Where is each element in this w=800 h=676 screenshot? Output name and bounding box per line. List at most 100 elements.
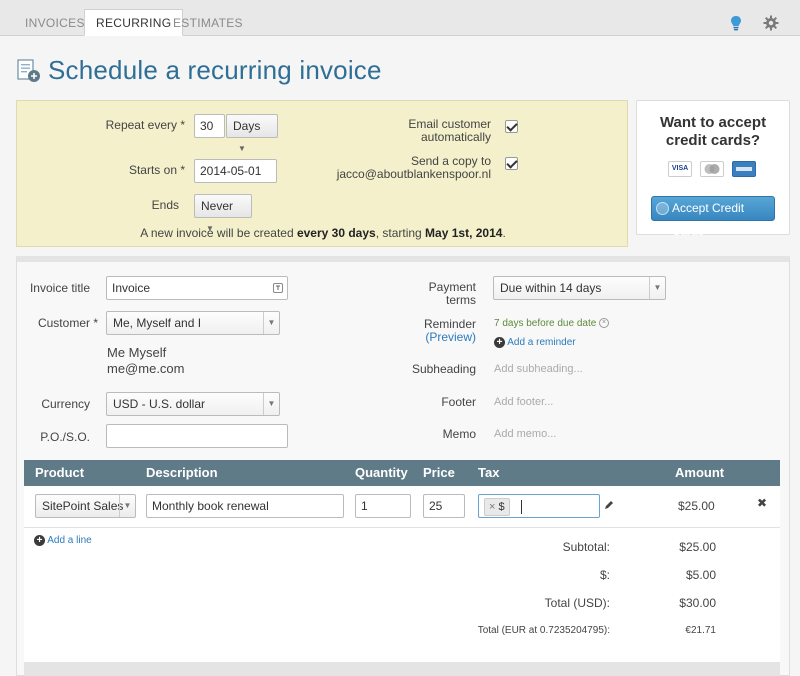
plus-circle-icon — [656, 202, 669, 215]
customer-name: Me Myself — [107, 345, 167, 360]
text-cursor — [520, 499, 522, 514]
po-label: P.O./S.O. — [40, 430, 90, 444]
repeat-unit-select[interactable]: Days ▼ — [226, 114, 278, 153]
description-input[interactable]: Monthly book renewal — [146, 494, 344, 518]
accept-credit-cards-button[interactable]: Accept Credit Cards — [651, 196, 775, 238]
amex-card-icon — [732, 161, 756, 177]
tax-total-label: $: — [599, 568, 610, 582]
totals-section: + Add a line Subtotal: $25.00 $: $5.00 T… — [24, 528, 780, 662]
ends-value: Never — [201, 199, 234, 213]
memo-label: Memo — [442, 427, 476, 441]
lightbulb-icon[interactable] — [727, 14, 745, 32]
currency-value: USD - U.S. dollar — [113, 397, 206, 411]
invoice-title-value: Invoice — [112, 281, 151, 295]
translate-icon[interactable] — [273, 283, 283, 293]
summary-interval: every 30 days — [296, 226, 376, 240]
product-select[interactable]: SitePoint Sales ▼ — [35, 494, 136, 518]
tab-estimates[interactable]: ESTIMATES — [162, 10, 254, 36]
chevron-down-icon: ▼ — [119, 495, 135, 517]
accept-credit-cards-label: Accept Credit Cards — [672, 201, 745, 238]
payment-terms-label: Payment terms — [400, 281, 476, 307]
col-price: Price — [423, 465, 455, 480]
customer-value: Me, Myself and I — [113, 316, 202, 330]
currency-select[interactable]: USD - U.S. dollar ▼ — [106, 392, 280, 416]
chevron-down-icon: ▼ — [263, 312, 279, 334]
credit-card-title-line1: Want to accept — [659, 114, 767, 131]
pencil-icon[interactable] — [604, 500, 614, 510]
subtotal-value: $25.00 — [679, 540, 716, 554]
send-copy-email: jacco@aboutblankenspoor.nl — [336, 167, 491, 181]
delete-line-icon[interactable]: ✖ — [757, 496, 767, 510]
send-copy-label: Send a copy to jacco@aboutblankenspoor.n… — [327, 155, 491, 181]
add-line-label: Add a line — [47, 535, 92, 547]
converted-total-label: Total (EUR at 0.7235204795): — [477, 625, 610, 636]
col-tax: Tax — [478, 465, 500, 480]
payment-terms-select[interactable]: Due within 14 days ▼ — [493, 276, 666, 300]
top-nav: INVOICES RECURRING ESTIMATES — [0, 0, 800, 36]
repeat-label: Repeat every * — [105, 118, 185, 132]
add-line-link[interactable]: + Add a line — [34, 535, 92, 546]
add-reminder-link[interactable]: + Add a reminder — [494, 337, 576, 348]
line-amount: $25.00 — [678, 499, 715, 513]
email-customer-label-line2: automatically — [420, 130, 491, 144]
email-customer-checkbox[interactable] — [505, 120, 518, 133]
ends-select[interactable]: Never▼ — [194, 194, 252, 233]
starts-label: Starts on * — [128, 163, 185, 177]
start-date-input[interactable]: 2014-05-01 — [194, 159, 277, 183]
col-quantity: Quantity — [355, 465, 408, 480]
repeat-unit-value: Days — [233, 119, 261, 133]
po-input[interactable] — [106, 424, 288, 448]
total-value: $30.00 — [679, 596, 716, 610]
mastercard-icon — [700, 161, 724, 177]
footer-label: Footer — [441, 395, 476, 409]
reminder-preview-link[interactable]: (Preview) — [400, 331, 476, 344]
footer-input[interactable]: Add footer... — [494, 396, 553, 408]
ends-label: Ends — [151, 198, 179, 212]
subtotal-label: Subtotal: — [562, 540, 610, 554]
add-reminder-label: Add a reminder — [507, 337, 576, 349]
credit-card-title: Want to accept credit cards? — [637, 114, 789, 150]
reminder-value-text: 7 days before due date — [494, 318, 597, 329]
repeat-interval-input[interactable]: 30 — [194, 114, 225, 138]
tax-tag[interactable]: × $ — [484, 498, 510, 516]
summary-text: , starting — [375, 226, 426, 240]
total-label: Total (USD): — [544, 596, 610, 610]
credit-card-panel: Want to accept credit cards? VISA Accept… — [636, 100, 790, 238]
payment-terms-value: Due within 14 days — [500, 281, 602, 295]
memo-input[interactable]: Add memo... — [494, 428, 556, 440]
summary-text: . — [502, 226, 506, 240]
page-title: Schedule a recurring invoice — [48, 55, 382, 85]
tax-tag-label: $ — [498, 501, 505, 513]
email-customer-label: Email customer automatically — [357, 118, 491, 144]
summary-start-date: May 1st, 2014 — [425, 226, 503, 240]
schedule-panel: Repeat every * 30 Days ▼ Starts on * 2014… — [16, 100, 628, 247]
customer-select[interactable]: Me, Myself and I ▼ — [106, 311, 280, 335]
schedule-summary: A new invoice will be created every 30 d… — [17, 226, 629, 240]
recurring-invoice-icon — [17, 59, 40, 82]
chevron-down-icon: ▼ — [263, 393, 279, 415]
remove-tax-icon[interactable]: × — [489, 501, 495, 513]
customer-label: Customer * — [37, 316, 98, 330]
subheading-label: Subheading — [411, 362, 476, 376]
quantity-input[interactable]: 1 — [355, 494, 411, 518]
remove-reminder-icon[interactable]: × — [599, 318, 610, 329]
customer-email: me@me.com — [107, 361, 185, 376]
tax-total-value: $5.00 — [685, 568, 716, 582]
reminder-value: 7 days before due date × — [494, 318, 610, 329]
tax-input[interactable]: × $ — [478, 494, 600, 518]
gear-icon[interactable] — [762, 14, 780, 32]
reminder-label: Reminder (Preview) — [400, 318, 476, 344]
invoice-title-input[interactable]: Invoice — [106, 276, 288, 300]
invoice-title-label: Invoice title — [29, 281, 90, 295]
line-items-header: Product Description Quantity Price Tax A… — [24, 460, 780, 486]
summary-text: A new invoice will be created — [140, 226, 297, 240]
payment-terms-label-line2: terms — [446, 293, 476, 307]
chevron-down-icon: ▼ — [238, 143, 246, 153]
line-item-row: SitePoint Sales ▼ Monthly book renewal 1… — [24, 486, 780, 528]
price-input[interactable]: 25 — [423, 494, 465, 518]
send-copy-checkbox[interactable] — [505, 157, 518, 170]
col-amount: Amount — [675, 465, 725, 480]
converted-total-value: €21.71 — [685, 625, 716, 636]
subheading-input[interactable]: Add subheading... — [494, 363, 583, 375]
currency-label: Currency — [41, 397, 90, 411]
